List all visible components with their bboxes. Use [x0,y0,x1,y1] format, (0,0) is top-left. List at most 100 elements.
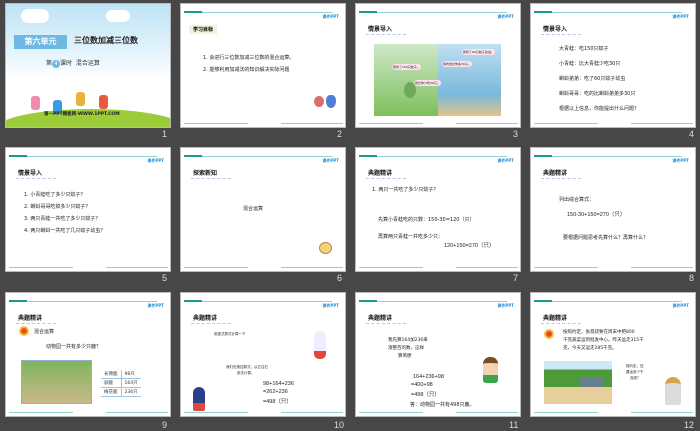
section-heading: 典题精讲 [190,315,232,324]
bottom-rule [534,123,598,124]
info-line: 大青蛙：吃150只蚊子 [559,46,609,52]
slide-number: 8 [689,273,695,283]
section-heading: 情景导入 [15,170,57,179]
speech-line: 克呢？ [630,376,641,380]
slide-number: 1 [162,129,168,139]
answer: 答：动物园一共有498只鹿。 [410,402,475,408]
section-heading: 典题精讲 [365,315,407,324]
logo: 课件PPT [322,158,339,163]
problem-line: 按照约定，张叔叔要在周末中把800 [563,330,635,335]
slide-thumbnail-12[interactable]: 课件PPT 典题精讲 按照约定，张叔叔要在周末中把800 千克蔬菜运到批发中心。… [530,292,696,417]
slide-thumbnail-10[interactable]: 课件PPT 典题精讲 用竖式算式计算一下 我们也按加算式，从左往右 依次计算。 … [180,292,346,417]
info-line: 蝌蚪哥哥：吃的比蝌蚪弟弟多30只 [559,91,636,97]
goal-item: 2. 能够利用加减法的知识解决实际问题 [203,67,290,73]
combined-equation: 150-30+150=270（只） [567,212,626,218]
equation-line: 98+164+236 [263,381,294,387]
speech-line: 按约定，还 [626,364,644,368]
bottom-rule [106,267,168,268]
slide-thumbnail-8[interactable]: 课件PPT 典题精讲 列出综合算式： 150-30+150=270（只） 要根据… [530,147,696,272]
slide-thumbnail-4[interactable]: 课件PPT 情景导入 大青蛙：吃150只蚊子 小青蛙：比大青蛙少吃30只 蝌蚪弟… [530,3,696,128]
slide-thumbnail-11[interactable]: 课件PPT 典题精讲 我先算164加236来 凑整百的数，这样 算简便 164+… [355,292,521,417]
logo: 课件PPT [672,158,689,163]
speech-line: 要运多少千 [626,370,644,374]
logo: 课件PPT [497,158,514,163]
bottom-rule [184,123,248,124]
logo: 课件PPT [672,303,689,308]
note: 算简便 [398,354,412,359]
equation-line: =498（只） [411,392,440,398]
bottom-rule [359,123,423,124]
section-heading: 探索新知 [190,170,232,179]
slide-number: 5 [162,273,168,283]
slide-number: 6 [337,273,343,283]
girl-character-icon [193,387,205,411]
equation-line: 164+236+98 [413,374,444,380]
top-rule [359,11,507,13]
money-bag-icon [326,95,336,108]
bottom-rule [281,267,343,268]
bottom-rule [106,412,168,413]
cartoon-character-icon [319,242,332,254]
slide-thumbnail-5[interactable]: 课件PPT 情景导入 1. 小青蛙吃了多少只蚊子？ 2. 蝌蚪哥哥吃掉多少只蚊子… [5,147,171,272]
section-heading: 典题精讲 [365,170,407,179]
boy-character-icon [483,357,498,383]
slide-number: 4 [689,129,695,139]
question: 动物园一共有多少只鹿？ [46,344,102,350]
question-item: 3. 两只青蛙一共吃了多少只蚊子？ [24,216,101,222]
slide-thumbnail-3[interactable]: 课件PPT 情景导入 我吃了150只蚊子。 我比你少吃30只。 我吃了60只蚊子… [355,3,521,128]
slide-thumbnail-6[interactable]: 课件PPT 探索新知 混合运算 [180,147,346,272]
slide-thumbnail-1[interactable]: 第六单元 三位数加减三位数 第 4 课时 混合运算 第一PPT模板网-WWW.1PP… [5,3,171,128]
info-line: 蝌蚪弟弟：吃了60只蚊子幼虫 [559,76,626,82]
top-rule [534,155,682,157]
bottom-rule [184,267,248,268]
speech-bubble: 我吃的比你多30只。 [442,61,472,67]
logo: 课件PPT [322,14,339,19]
section-heading: 情景导入 [365,26,407,35]
problem-line: 千克蔬菜运到批发中心。昨天运走315千 [563,338,644,343]
slide-number: 12 [684,420,695,430]
table-row: 驯鹿 164只 [101,378,141,388]
logo: 课件PPT [672,14,689,19]
truck-icon [580,377,604,387]
logo: 课件PPT [497,303,514,308]
info-line: 小青蛙：比大青蛙少吃30只 [559,61,621,67]
watermark: 第一PPT模板网-WWW.1PPT.COM [44,112,120,117]
speech-bubble: 我吃了150只蚊子。 [392,64,421,70]
deer-illustration [21,360,92,404]
bottom-rule [184,412,248,413]
note: 凑整百的数，这样 [388,346,424,351]
rabbit-character-icon [314,331,326,359]
truck-illustration [544,361,612,404]
equation-line: =498（只） [263,399,292,405]
top-rule [359,155,507,157]
top-rule [534,300,682,302]
cloud-decoration [106,10,130,22]
info-line: 根据以上信息，你能提出什么问题？ [559,106,640,112]
slide-number: 3 [513,129,519,139]
goal-item: 1. 会进行三位数加减三位数的混合运算。 [203,55,295,61]
slide-thumbnail-9[interactable]: 课件PPT 典题精讲 混合运算 动物园一共有多少只鹿？ 长颈鹿 98只 驯鹿 164… [5,292,171,417]
question-item: 2. 蝌蚪哥哥吃掉多少只蚊子？ [24,204,91,210]
logo: 课件PPT [322,303,339,308]
slide-thumbnail-2[interactable]: 课件PPT 学习目标 1. 会进行三位数加减三位数的混合运算。 2. 能够利用加… [180,3,346,128]
bottom-rule [359,267,423,268]
top-rule [9,155,157,157]
hint: 要根据问题思考先算什么？再算什么？ [563,235,649,241]
speech-bubble: 我吃了60只蚊子幼虫。 [462,49,495,55]
medal-icon [19,326,29,336]
equation-line: =262+236 [263,389,288,395]
slide-number: 7 [513,273,519,283]
top-rule [359,300,507,302]
logo: 课件PPT [497,14,514,19]
bottom-rule [9,412,73,413]
top-rule [184,155,332,157]
top-rule [184,11,332,13]
note: 依次计算。 [237,371,255,375]
slide-thumbnail-7[interactable]: 课件PPT 典题精讲 1. 两只一共吃了多少只蚊子？ 先算小青蛙吃的只数：150… [355,147,521,272]
farmer-character-icon [665,377,681,405]
slide-number: 11 [509,420,519,430]
slide-number: 9 [162,420,168,430]
top-rule [534,11,682,13]
lesson-line: 第 4 课时 混合运算 [46,60,100,68]
apple-money-bag-icon [314,96,324,107]
